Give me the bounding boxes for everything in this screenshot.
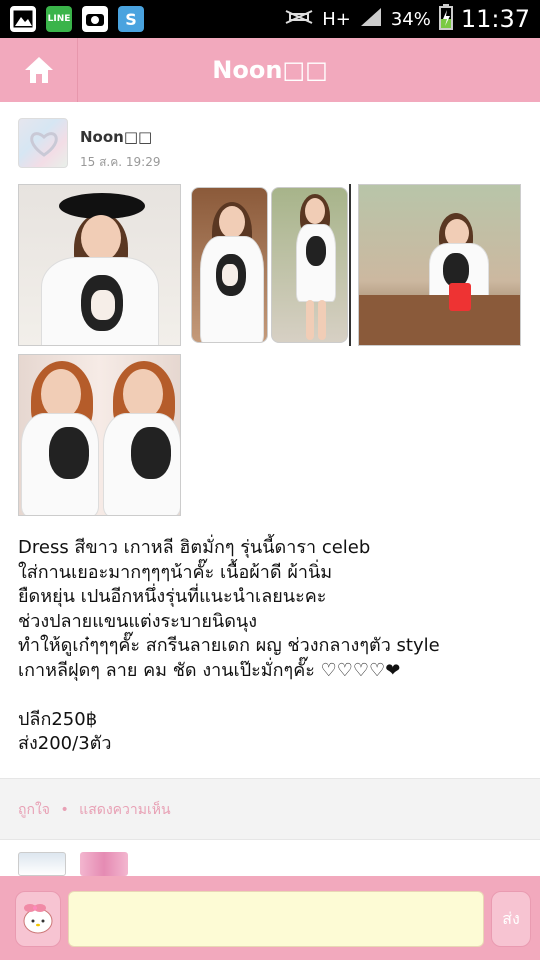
battery-icon bbox=[438, 4, 453, 34]
page-title: Noon□□ bbox=[212, 56, 328, 84]
home-button[interactable] bbox=[0, 38, 78, 102]
photo-3[interactable] bbox=[271, 187, 348, 343]
post-author[interactable]: Noon□□ bbox=[80, 128, 152, 146]
comment-thumb-2[interactable] bbox=[80, 852, 128, 876]
comment-strip bbox=[0, 840, 540, 876]
home-icon bbox=[24, 57, 53, 83]
gallery-icon bbox=[10, 6, 36, 32]
network-type: H+ bbox=[322, 8, 351, 30]
comment-thumb-1[interactable] bbox=[18, 852, 66, 876]
action-separator: • bbox=[60, 802, 69, 818]
photo-divider bbox=[349, 184, 351, 346]
like-link[interactable]: ถูกใจ bbox=[18, 802, 50, 818]
sticker-button[interactable] bbox=[15, 891, 61, 947]
camera-icon bbox=[82, 6, 108, 32]
action-links: ถูกใจ • แสดงความเห็น bbox=[18, 799, 171, 821]
post-caption: Dress สีขาว เกาหลี ฮิตมั่กๆ รุ่นนี้ดารา … bbox=[18, 537, 440, 754]
input-bar: ส่ง bbox=[0, 876, 540, 960]
s-app-icon: S bbox=[118, 6, 144, 32]
heart-icon bbox=[30, 132, 58, 157]
post-header: Noon□□ 15 ส.ค. 19:29 bbox=[0, 102, 540, 184]
photo-1[interactable] bbox=[18, 184, 181, 346]
photo-4[interactable] bbox=[358, 184, 521, 346]
photo-2[interactable] bbox=[191, 187, 268, 343]
clock: 11:37 bbox=[460, 5, 530, 33]
melody-sticker-icon bbox=[23, 904, 53, 934]
battery-percent: 34% bbox=[390, 8, 431, 30]
message-input[interactable] bbox=[68, 891, 484, 947]
comment-link[interactable]: แสดงความเห็น bbox=[79, 802, 170, 818]
action-bar: ถูกใจ • แสดงความเห็น bbox=[0, 778, 540, 840]
signal-icon bbox=[359, 6, 383, 32]
line-icon: LINE bbox=[46, 6, 72, 32]
app-header: Noon□□ bbox=[0, 38, 540, 102]
post-timestamp: 15 ส.ค. 19:29 bbox=[80, 155, 161, 169]
photo-5[interactable] bbox=[18, 354, 181, 516]
avatar[interactable] bbox=[18, 118, 68, 168]
send-button[interactable]: ส่ง bbox=[491, 891, 531, 947]
status-bar: LINE S H+ 34% 11:37 bbox=[0, 0, 540, 38]
mute-icon bbox=[284, 7, 314, 32]
